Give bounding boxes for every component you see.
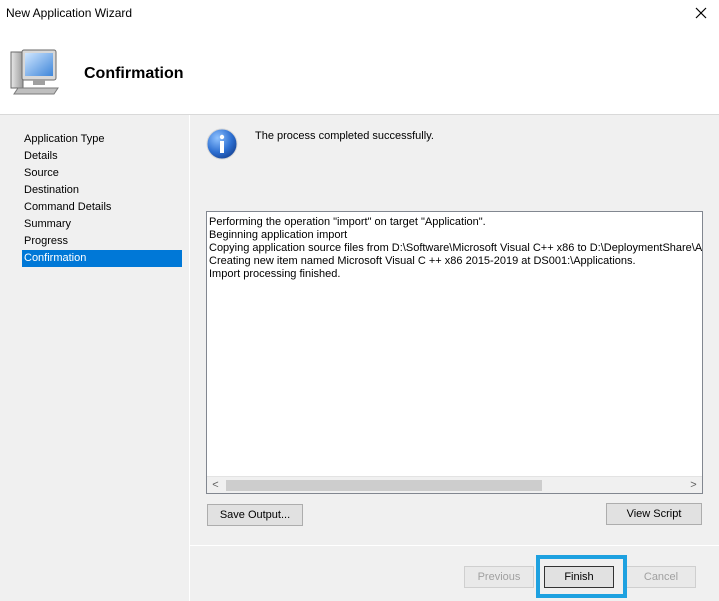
nav-item-progress[interactable]: Progress [22,233,182,250]
window-title: New Application Wizard [6,6,133,20]
status-message: The process completed successfully. [255,130,434,142]
finish-highlight-box [536,555,627,598]
log-line: Performing the operation "import" on tar… [209,216,486,228]
nav-item-confirmation[interactable]: Confirmation [22,250,182,267]
nav-item-command-details[interactable]: Command Details [22,199,182,216]
page-title: Confirmation [84,65,184,82]
output-log[interactable]: Performing the operation "import" on tar… [206,211,703,494]
computer-icon [8,46,62,98]
nav-item-details[interactable]: Details [22,148,182,165]
nav-item-summary[interactable]: Summary [22,216,182,233]
nav-item-destination[interactable]: Destination [22,182,182,199]
title-bar: New Application Wizard [0,0,719,28]
nav-item-application-type[interactable]: Application Type [22,131,182,148]
info-icon [206,128,238,160]
log-line: Copying application source files from D:… [209,242,703,254]
horizontal-scrollbar[interactable]: < > [207,476,702,493]
save-output-button[interactable]: Save Output... [207,504,303,526]
log-line: Import processing finished. [209,268,341,280]
view-script-button[interactable]: View Script [606,503,702,525]
previous-button[interactable]: Previous [464,566,534,588]
close-icon[interactable] [691,3,711,23]
scroll-thumb[interactable] [226,480,542,491]
cancel-button[interactable]: Cancel [626,566,696,588]
scroll-right-icon[interactable]: > [685,477,702,493]
log-line: Beginning application import [209,229,348,241]
log-line: Creating new item named Microsoft Visual… [209,255,636,267]
scroll-left-icon[interactable]: < [207,477,224,493]
wizard-header: Confirmation [0,28,719,114]
nav-item-source[interactable]: Source [22,165,182,182]
